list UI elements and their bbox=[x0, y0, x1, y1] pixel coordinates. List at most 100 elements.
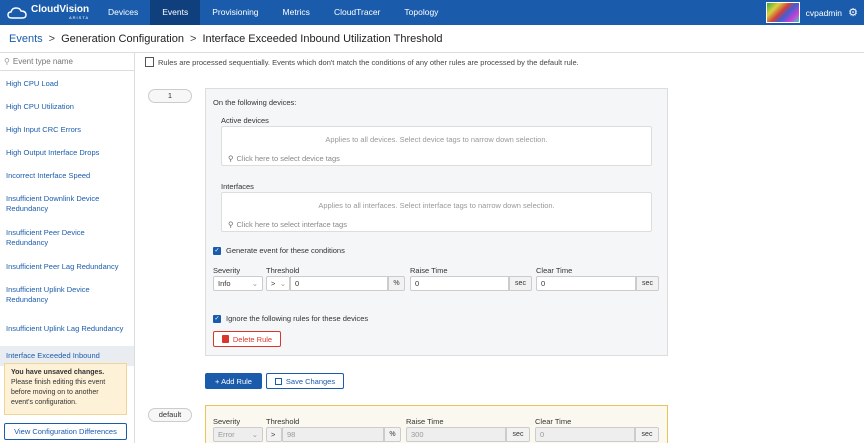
default-severity-value: Error bbox=[218, 430, 235, 439]
sidebar-item-peer-device-redundancy[interactable]: Insufficient Peer Device Redundancy bbox=[0, 221, 134, 255]
page-title: Interface Exceeded Inbound Utilization T… bbox=[202, 32, 443, 45]
clear-time-value: 0 bbox=[541, 279, 546, 288]
info-banner: Rules are processed sequentially. Events… bbox=[145, 57, 579, 67]
avatar[interactable] bbox=[765, 2, 800, 23]
search-box: ⚲ bbox=[0, 53, 134, 71]
unsaved-changes-warning: You have unsaved changes. Please finish … bbox=[4, 363, 127, 415]
breadcrumb: Events > Generation Configuration > Inte… bbox=[0, 25, 864, 53]
ignore-rules-row[interactable]: ✓ Ignore the following rules for these d… bbox=[213, 314, 368, 323]
add-rule-button[interactable]: + Add Rule bbox=[205, 373, 262, 389]
search-icon: ⚲ bbox=[4, 57, 10, 66]
top-navbar: CloudVision ARISTA Devices Events Provis… bbox=[0, 0, 864, 25]
default-threshold-unit: % bbox=[384, 427, 401, 442]
generate-event-checkbox[interactable]: ✓ bbox=[213, 246, 221, 255]
interfaces-hint: Applies to all interfaces. Select interf… bbox=[318, 201, 555, 210]
default-clear-time-input[interactable]: 0 bbox=[535, 427, 635, 442]
nav-provisioning[interactable]: Provisioning bbox=[200, 0, 270, 25]
threshold-label: Threshold bbox=[266, 266, 300, 275]
default-raise-time-unit: sec bbox=[506, 427, 530, 442]
breadcrumb-generation-config[interactable]: Generation Configuration bbox=[61, 33, 184, 45]
interface-tags-selector[interactable]: Applies to all interfaces. Select interf… bbox=[221, 192, 652, 232]
devices-heading: On the following devices: bbox=[213, 98, 297, 107]
clear-time-input[interactable]: 0 bbox=[536, 276, 636, 291]
operator-value: > bbox=[271, 279, 276, 288]
default-operator: > bbox=[266, 427, 282, 442]
default-rule-pill[interactable]: default bbox=[148, 408, 192, 422]
sidebar-item-high-output-drops[interactable]: High Output Interface Drops bbox=[0, 141, 134, 164]
default-severity-label: Severity bbox=[213, 417, 241, 426]
nav-topology[interactable]: Topology bbox=[392, 0, 450, 25]
default-clear-time-value: 0 bbox=[540, 430, 545, 439]
search-icon: ⚲ bbox=[228, 220, 234, 229]
default-threshold-input[interactable]: 98 bbox=[282, 427, 384, 442]
severity-select[interactable]: Info ⌄ bbox=[213, 276, 263, 291]
save-icon bbox=[274, 377, 282, 385]
brand-name: CloudVision bbox=[31, 4, 90, 15]
interface-tags-placeholder: Click here to select interface tags bbox=[236, 220, 347, 229]
operator-select[interactable]: > ⌄ bbox=[266, 276, 290, 291]
chevron-right-icon: > bbox=[48, 32, 56, 45]
sidebar: ⚲ High CPU Load High CPU Utilization Hig… bbox=[0, 53, 135, 443]
search-input[interactable] bbox=[12, 57, 123, 66]
severity-label: Severity bbox=[213, 266, 241, 275]
default-raise-time-input[interactable]: 300 bbox=[406, 427, 506, 442]
breadcrumb-events[interactable]: Events bbox=[9, 33, 43, 45]
nav-events[interactable]: Events bbox=[150, 0, 201, 25]
sidebar-item-downlink-redundancy[interactable]: Insufficient Downlink Device Redundancy bbox=[0, 187, 134, 221]
interface-tags-input[interactable]: ⚲ Click here to select interface tags bbox=[228, 220, 347, 229]
sidebar-item-high-cpu-load[interactable]: High CPU Load bbox=[0, 72, 134, 95]
brand-logo[interactable]: CloudVision ARISTA bbox=[0, 0, 96, 25]
raise-time-value: 0 bbox=[415, 279, 420, 288]
delete-rule-label: Delete Rule bbox=[232, 334, 273, 344]
sidebar-item-high-input-crc[interactable]: High Input CRC Errors bbox=[0, 118, 134, 141]
rule-number-pill[interactable]: 1 bbox=[148, 89, 192, 103]
view-config-differences-button[interactable]: View Configuration Differences bbox=[4, 423, 127, 440]
chevron-down-icon: ⌄ bbox=[279, 279, 286, 288]
device-tags-selector[interactable]: Applies to all devices. Select device ta… bbox=[221, 126, 652, 166]
brand-sub: ARISTA bbox=[69, 15, 90, 20]
generate-event-row[interactable]: ✓ Generate event for these conditions bbox=[213, 246, 345, 255]
sidebar-item-uplink-lag-redundancy[interactable]: Insufficient Uplink Lag Redundancy bbox=[0, 312, 134, 346]
threshold-value: 0 bbox=[295, 279, 300, 288]
sidebar-item-peer-lag-redundancy[interactable]: Insufficient Peer Lag Redundancy bbox=[0, 255, 134, 278]
threshold-unit: % bbox=[388, 276, 405, 291]
default-threshold-value: 98 bbox=[287, 430, 296, 439]
ignore-rules-label: Ignore the following rules for these dev… bbox=[226, 314, 369, 323]
sidebar-item-incorrect-speed[interactable]: Incorrect Interface Speed bbox=[0, 164, 134, 187]
default-severity-select[interactable]: Error ⌄ bbox=[213, 427, 263, 442]
sidebar-item-high-cpu-utilization[interactable]: High CPU Utilization bbox=[0, 95, 134, 118]
chevron-down-icon: ⌄ bbox=[251, 279, 258, 288]
threshold-input[interactable]: 0 bbox=[290, 276, 388, 291]
interfaces-label: Interfaces bbox=[221, 182, 254, 191]
ignore-rules-checkbox[interactable]: ✓ bbox=[213, 314, 221, 323]
nav-metrics[interactable]: Metrics bbox=[271, 0, 322, 25]
device-tags-input[interactable]: ⚲ Click here to select device tags bbox=[228, 154, 340, 163]
raise-time-label: Raise Time bbox=[410, 266, 448, 275]
search-icon: ⚲ bbox=[228, 154, 234, 163]
sidebar-item-uplink-device-redundancy[interactable]: Insufficient Uplink Device Redundancy bbox=[0, 278, 134, 312]
default-threshold-label: Threshold bbox=[266, 417, 300, 426]
clear-time-unit: sec bbox=[636, 276, 659, 291]
save-changes-button[interactable]: Save Changes bbox=[266, 373, 344, 389]
default-raise-time-label: Raise Time bbox=[406, 417, 444, 426]
event-type-list[interactable]: High CPU Load High CPU Utilization High … bbox=[0, 72, 134, 372]
default-rule-panel: Severity Threshold Raise Time Clear Time… bbox=[205, 405, 668, 443]
username[interactable]: cvpadmin bbox=[806, 8, 842, 18]
default-raise-time-value: 300 bbox=[411, 430, 424, 439]
generate-event-label: Generate event for these conditions bbox=[226, 246, 345, 255]
cloud-icon bbox=[7, 6, 27, 19]
default-operator-value: > bbox=[271, 430, 276, 439]
nav-devices[interactable]: Devices bbox=[96, 0, 150, 25]
active-devices-label: Active devices bbox=[221, 116, 269, 125]
info-text: Rules are processed sequentially. Events… bbox=[158, 57, 579, 67]
delete-rule-button[interactable]: Delete Rule bbox=[213, 331, 281, 347]
chevron-right-icon: > bbox=[190, 32, 197, 45]
device-tags-placeholder: Click here to select device tags bbox=[236, 154, 340, 163]
nav-cloudtracer[interactable]: CloudTracer bbox=[322, 0, 392, 25]
gear-icon[interactable]: ⚙ bbox=[848, 6, 858, 19]
raise-time-unit: sec bbox=[509, 276, 532, 291]
default-clear-time-unit: sec bbox=[635, 427, 659, 442]
warning-body: Please finish editing this event before … bbox=[11, 379, 106, 406]
raise-time-input[interactable]: 0 bbox=[410, 276, 509, 291]
clear-time-label: Clear Time bbox=[536, 266, 573, 275]
